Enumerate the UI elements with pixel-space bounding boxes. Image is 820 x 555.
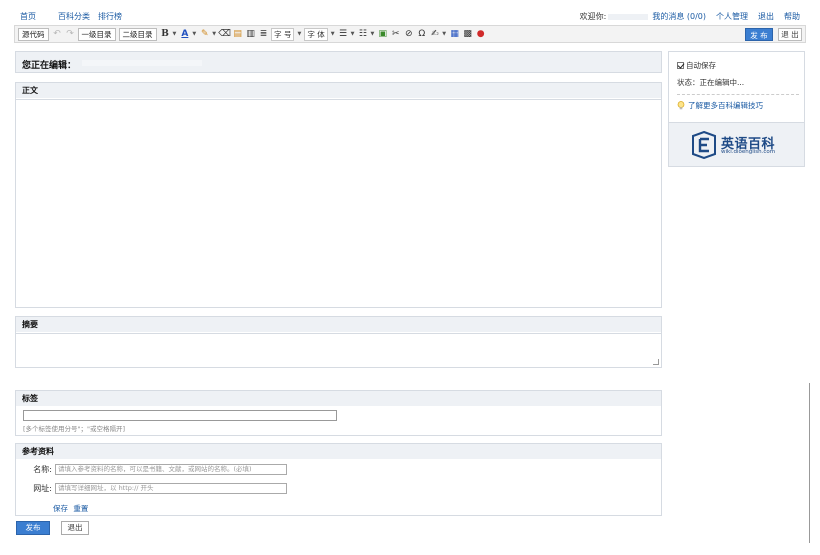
chevron-down-icon[interactable]: ▼ [297, 31, 301, 37]
nav-category-link[interactable]: 百科分类 [58, 11, 90, 22]
paste-word-icon[interactable]: ▥ [245, 28, 256, 40]
references-label: 参考资料 [16, 444, 661, 459]
top-nav: 首页 百科分类 排行榜 欢迎你: 我的消息 (0/0) 个人管理 退出 帮助 [0, 8, 820, 24]
paste-icon[interactable]: ▤ [232, 28, 243, 40]
ref-name-row: 名称: 请填入参考资料的名称，可以是书籍、文献，或网站的名称。(必填) [30, 464, 287, 475]
top-nav-right: 欢迎你: 我的消息 (0/0) 个人管理 退出 帮助 [580, 11, 800, 22]
sidebar-divider [677, 94, 799, 95]
chevron-down-icon[interactable]: ▼ [351, 31, 355, 37]
editor-toolbar: 源代码 ↶ ↷ 一级目录 二级目录 B ▼ A ▼ ✎ ▼ ⌫ ▤ ▥ ≣ 字 … [14, 25, 806, 43]
ref-reset-link[interactable]: 重置 [73, 504, 88, 513]
ref-name-label: 名称: [33, 465, 52, 474]
tags-panel: 标签 [多个标签使用分号"；"或空格隔开] [15, 390, 662, 436]
tags-hint: [多个标签使用分号"；"或空格隔开] [23, 425, 126, 433]
logout-link[interactable]: 退出 [758, 11, 774, 22]
table-icon[interactable]: ▦ [449, 28, 460, 40]
username-redacted [608, 13, 649, 20]
chevron-down-icon[interactable]: ▼ [442, 31, 446, 37]
editing-title-bar: 您正在编辑： [15, 51, 662, 73]
bold-icon[interactable]: B [160, 28, 171, 40]
unordered-list-icon[interactable]: ☷ [357, 28, 368, 40]
summary-panel: 摘要 [15, 316, 662, 368]
tags-input[interactable] [23, 410, 337, 421]
my-messages-link[interactable]: 我的消息 (0/0) [652, 11, 706, 22]
body-editor-area[interactable] [16, 99, 661, 307]
special-char-icon[interactable]: Ω [416, 28, 427, 40]
source-code-button[interactable]: 源代码 [18, 27, 49, 41]
autosave-label: 自动保存 [686, 61, 716, 70]
right-sidebar: 自动保存 状态：正在编辑中... 了解更多百科编辑技巧 英语百科 wiki.di… [668, 51, 805, 167]
undo-icon[interactable]: ↶ [52, 28, 63, 40]
chevron-down-icon[interactable]: ▼ [331, 31, 335, 37]
tags-label: 标签 [16, 391, 661, 406]
font-size-select[interactable]: 字 号 [271, 27, 295, 41]
resize-handle-icon[interactable] [653, 359, 659, 365]
eraser-icon[interactable]: ⌫ [218, 28, 231, 40]
edit-icon[interactable]: ✍ [429, 28, 440, 40]
nav-ranking-link[interactable]: 排行榜 [98, 11, 122, 22]
ref-url-label: 网址: [33, 484, 52, 493]
unlink-icon[interactable]: ⊘ [403, 28, 414, 40]
chevron-down-icon[interactable]: ▼ [212, 31, 216, 37]
top-nav-left: 首页 百科分类 排行榜 [20, 11, 144, 22]
link-icon[interactable]: ✂ [390, 28, 401, 40]
chevron-down-icon[interactable]: ▼ [370, 31, 374, 37]
lightbulb-icon [677, 101, 685, 110]
references-panel: 参考资料 名称: 请填入参考资料的名称，可以是书籍、文献，或网站的名称。(必填)… [15, 443, 662, 516]
font-family-select[interactable]: 字 体 [304, 27, 328, 41]
ordered-list-icon[interactable]: ☰ [338, 28, 349, 40]
highlight-icon[interactable]: ✎ [199, 28, 210, 40]
autosave-checkbox[interactable] [677, 62, 684, 69]
ref-url-input[interactable]: 请填写详细网址，以 http:// 开头 [55, 483, 287, 494]
nav-home-link[interactable]: 首页 [20, 11, 36, 22]
image-icon[interactable]: ▣ [377, 28, 388, 40]
ref-name-input[interactable]: 请填入参考资料的名称，可以是书籍、文献，或网站的名称。(必填) [55, 464, 287, 475]
summary-textarea[interactable] [16, 333, 661, 367]
summary-label: 摘要 [16, 317, 661, 332]
chevron-down-icon[interactable]: ▼ [173, 31, 177, 37]
ref-actions: 保存 重置 [53, 503, 91, 514]
ref-url-row: 网址: 请填写详细网址，以 http:// 开头 [30, 483, 287, 494]
personal-manage-link[interactable]: 个人管理 [716, 11, 748, 22]
body-label: 正文 [16, 83, 661, 98]
redo-icon[interactable]: ↷ [65, 28, 76, 40]
template-icon[interactable]: ▩ [462, 28, 473, 40]
exit-top-button[interactable]: 退 出 [778, 28, 802, 41]
autosave-row[interactable]: 自动保存 [677, 60, 716, 71]
edit-status-text: 状态：正在编辑中... [677, 78, 745, 87]
editing-title-redacted [82, 60, 202, 66]
exit-button[interactable]: 退出 [61, 521, 89, 535]
site-logo: 英语百科 wiki.dioenglish.com [669, 122, 804, 166]
logo-english-text: wiki.dioenglish.com [721, 149, 776, 155]
help-link[interactable]: 帮助 [784, 11, 800, 22]
chevron-down-icon[interactable]: ▼ [192, 31, 196, 37]
welcome-text: 欢迎你: [579, 12, 607, 21]
map-pin-icon[interactable]: ● [475, 28, 486, 40]
publish-button[interactable]: 发布 [16, 521, 50, 535]
font-color-icon[interactable]: A [179, 28, 190, 40]
heading1-button[interactable]: 一级目录 [77, 27, 116, 41]
logo-e-icon [692, 131, 716, 159]
editing-tips-link[interactable]: 了解更多百科编辑技巧 [688, 100, 763, 111]
publish-top-button[interactable]: 发 布 [745, 28, 773, 41]
format-icon[interactable]: ≣ [258, 28, 269, 40]
body-panel: 正文 [15, 82, 662, 308]
ref-save-link[interactable]: 保存 [53, 504, 68, 513]
heading2-button[interactable]: 二级目录 [118, 27, 157, 41]
editing-label: 您正在编辑： [22, 61, 77, 71]
editing-tips-row[interactable]: 了解更多百科编辑技巧 [677, 100, 763, 111]
right-edge-line [809, 383, 810, 543]
